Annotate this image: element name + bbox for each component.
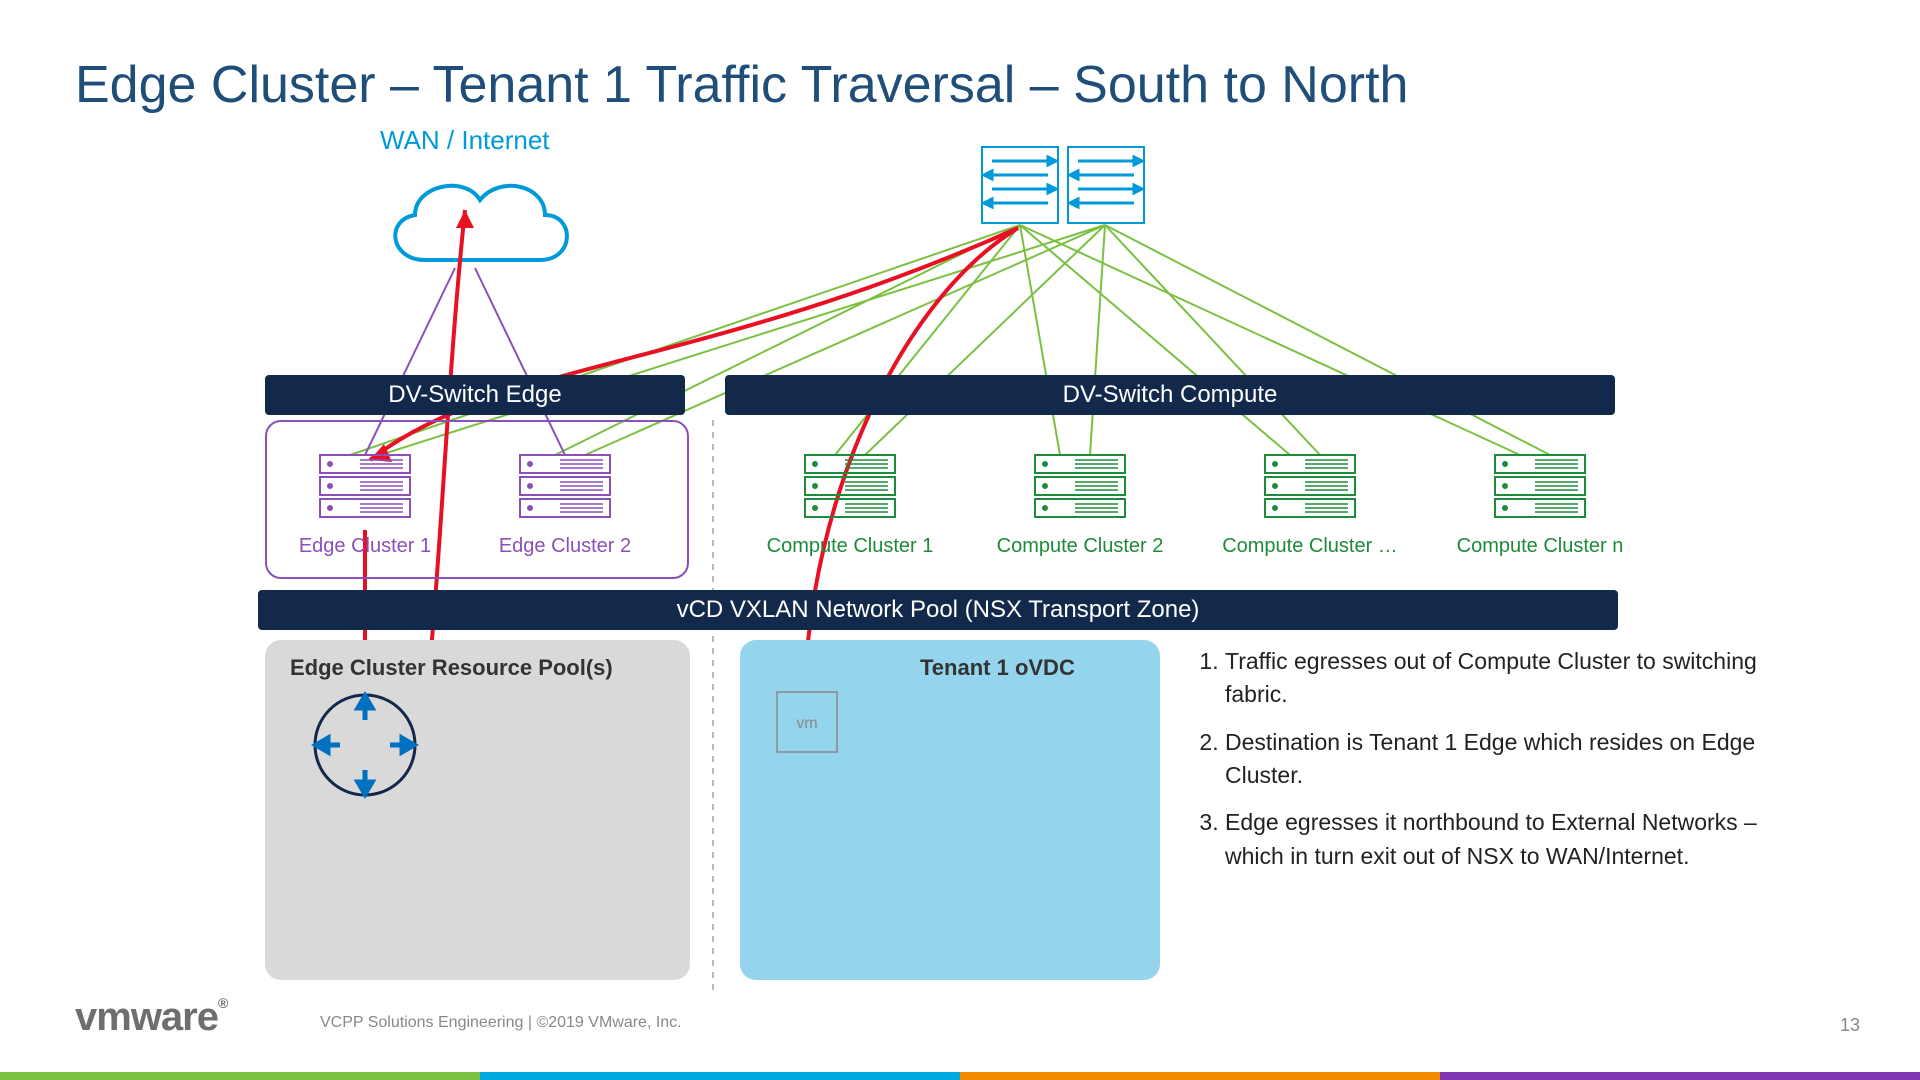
compute-cluster-dots-label: Compute Cluster … bbox=[1220, 535, 1400, 558]
svg-text:vm: vm bbox=[796, 715, 817, 732]
vxlan-bar: vCD VXLAN Network Pool (NSX Transport Zo… bbox=[258, 590, 1618, 630]
traffic-steps: Traffic egresses out of Compute Cluster … bbox=[1195, 645, 1765, 887]
compute-cluster-n-label: Compute Cluster n bbox=[1450, 535, 1630, 558]
edge-cluster-1-label: Edge Cluster 1 bbox=[295, 535, 435, 558]
compute-cluster-1-label: Compute Cluster 1 bbox=[760, 535, 940, 558]
edge-resource-pool-title: Edge Cluster Resource Pool(s) bbox=[290, 655, 613, 681]
router-icon bbox=[310, 690, 420, 800]
slide-number: 13 bbox=[1840, 1015, 1860, 1036]
dv-switch-compute-bar: DV-Switch Compute bbox=[725, 375, 1615, 415]
footer-text: VCPP Solutions Engineering | ©2019 VMwar… bbox=[320, 1014, 682, 1032]
compute-cluster-2-icon bbox=[1030, 450, 1130, 525]
step-3: Edge egresses it northbound to External … bbox=[1225, 806, 1765, 873]
step-1: Traffic egresses out of Compute Cluster … bbox=[1225, 645, 1765, 712]
vm-icon: vm bbox=[775, 690, 845, 760]
tenant-ovdc-title: Tenant 1 oVDC bbox=[920, 655, 1075, 681]
edge-cluster-1-icon bbox=[315, 450, 415, 525]
edge-cluster-2-label: Edge Cluster 2 bbox=[495, 535, 635, 558]
dv-switch-edge-bar: DV-Switch Edge bbox=[265, 375, 685, 415]
compute-cluster-n-icon bbox=[1490, 450, 1590, 525]
edge-cluster-2-icon bbox=[515, 450, 615, 525]
compute-cluster-2-label: Compute Cluster 2 bbox=[990, 535, 1170, 558]
step-2: Destination is Tenant 1 Edge which resid… bbox=[1225, 726, 1765, 793]
slide: Edge Cluster – Tenant 1 Traffic Traversa… bbox=[0, 0, 1920, 1080]
footer-color-bar bbox=[0, 1072, 1920, 1080]
vmware-logo: vmware® bbox=[75, 995, 227, 1040]
compute-cluster-1-icon bbox=[800, 450, 900, 525]
compute-cluster-dots-icon bbox=[1260, 450, 1360, 525]
